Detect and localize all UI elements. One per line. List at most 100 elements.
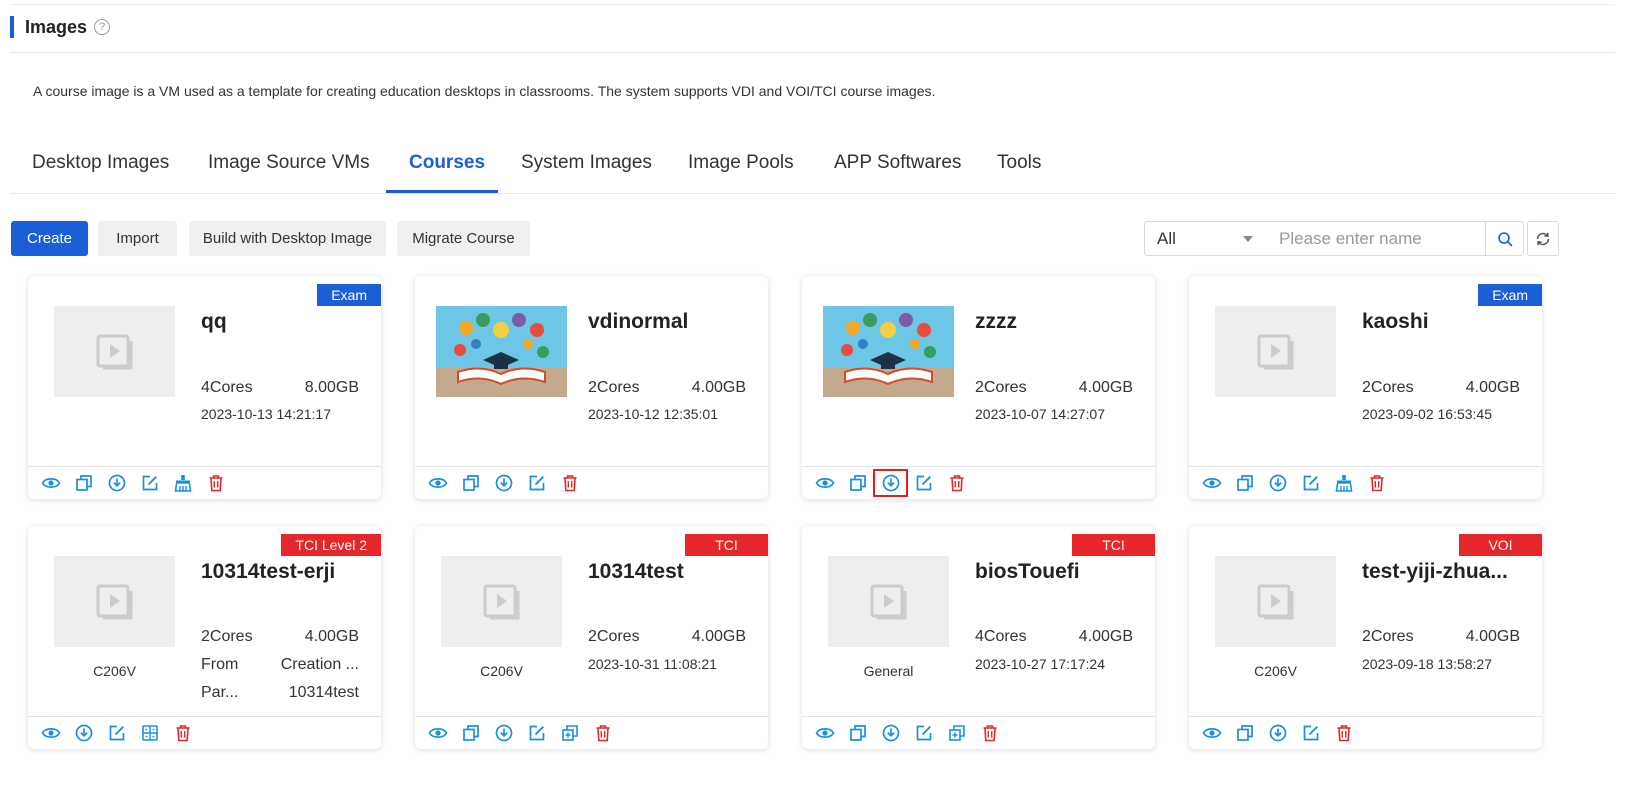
create-button[interactable]: Create: [11, 221, 88, 256]
view-icon[interactable]: [421, 720, 454, 746]
spec-row: 2Cores 4.00GB: [1362, 379, 1520, 397]
search-button[interactable]: [1485, 221, 1524, 256]
sweep-icon[interactable]: [166, 470, 199, 496]
tab-system-images[interactable]: System Images: [521, 152, 652, 174]
view-icon[interactable]: [34, 720, 67, 746]
copy-icon[interactable]: [454, 720, 487, 746]
card-divider: [802, 466, 1155, 467]
title-accent-bar: [10, 16, 14, 38]
download-icon[interactable]: [873, 469, 908, 497]
import-button[interactable]: Import: [98, 221, 177, 256]
card-divider: [28, 466, 381, 467]
download-icon[interactable]: [1261, 470, 1294, 496]
edit-icon[interactable]: [1294, 720, 1327, 746]
type-filter-select[interactable]: All: [1144, 221, 1264, 256]
placeholder-image-icon: [1215, 306, 1336, 397]
card-divider: [1189, 716, 1542, 717]
course-card[interactable]: TCI C206V 10314test 2Cores 4.00GB 2023-1…: [415, 526, 768, 749]
card-actions: [34, 470, 232, 496]
delete-icon[interactable]: [1327, 720, 1360, 746]
edit-icon[interactable]: [907, 720, 940, 746]
spec-row: 2Cores 4.00GB: [1362, 628, 1520, 646]
tab-app-softwares[interactable]: APP Softwares: [834, 152, 961, 174]
edit-icon[interactable]: [907, 470, 940, 496]
course-card[interactable]: vdinormal 2Cores 4.00GB 2023-10-12 12:35…: [415, 276, 768, 499]
edit-icon[interactable]: [1294, 470, 1327, 496]
course-name: biosTouefi: [975, 560, 1080, 583]
from-value: Creation ...: [280, 656, 359, 673]
delete-icon[interactable]: [166, 720, 199, 746]
page-header: Images ?: [10, 14, 111, 40]
help-icon[interactable]: ?: [94, 19, 111, 35]
tci-badge: TCI: [1072, 534, 1155, 556]
course-card[interactable]: TCI General biosTouefi 4Cores 4.00GB 202…: [802, 526, 1155, 749]
course-card[interactable]: TCI Level 2 C206V 10314test-erji 2Cores …: [28, 526, 381, 749]
delete-icon[interactable]: [973, 720, 1006, 746]
delete-icon[interactable]: [940, 470, 973, 496]
parent-label: Par...: [201, 684, 239, 701]
edit-icon[interactable]: [520, 470, 553, 496]
delete-icon[interactable]: [586, 720, 619, 746]
copy-icon[interactable]: [841, 470, 874, 496]
tab-image-source-vms[interactable]: Image Source VMs: [208, 152, 370, 174]
edit-icon[interactable]: [133, 470, 166, 496]
copy-icon[interactable]: [67, 470, 100, 496]
download-icon[interactable]: [487, 470, 520, 496]
search-input[interactable]: [1263, 221, 1486, 256]
layers-icon[interactable]: [133, 720, 166, 746]
view-icon[interactable]: [34, 470, 67, 496]
cpu-cores: 4Cores: [201, 379, 253, 396]
card-divider: [415, 716, 768, 717]
spec-row: 2Cores 4.00GB: [201, 628, 359, 646]
build-with-desktop-image-button[interactable]: Build with Desktop Image: [189, 221, 386, 256]
download-icon[interactable]: [67, 720, 100, 746]
created-time: 2023-10-31 11:08:21: [588, 656, 717, 672]
download-icon[interactable]: [487, 720, 520, 746]
delete-icon[interactable]: [553, 470, 586, 496]
placeholder-image-icon: [441, 556, 562, 647]
voi-badge: VOI: [1459, 534, 1542, 556]
view-icon[interactable]: [1195, 470, 1228, 496]
edit-icon[interactable]: [520, 720, 553, 746]
course-card[interactable]: Exam kaoshi 2Cores 4.00GB 2023-09-02 16:…: [1189, 276, 1542, 499]
memory-size: 4.00GB: [1078, 628, 1133, 645]
header-divider: [10, 52, 1615, 53]
tab-image-pools[interactable]: Image Pools: [688, 152, 794, 174]
view-icon[interactable]: [1195, 720, 1228, 746]
migrate-course-button[interactable]: Migrate Course: [397, 221, 530, 256]
view-icon[interactable]: [421, 470, 454, 496]
view-icon[interactable]: [808, 470, 841, 496]
download-icon[interactable]: [100, 470, 133, 496]
delete-icon[interactable]: [199, 470, 232, 496]
copy-icon[interactable]: [1228, 720, 1261, 746]
copy-icon[interactable]: [841, 720, 874, 746]
course-card[interactable]: Exam qq 4Cores 8.00GB 2023-10-13 14:21:1…: [28, 276, 381, 499]
download-icon[interactable]: [1261, 720, 1294, 746]
tab-courses[interactable]: Courses: [409, 152, 485, 174]
add-copy-icon[interactable]: [940, 720, 973, 746]
page-title: Images: [25, 16, 88, 37]
created-time: 2023-09-18 13:58:27: [1362, 656, 1492, 672]
copy-icon[interactable]: [1228, 470, 1261, 496]
active-tab-indicator: [386, 190, 498, 193]
memory-size: 4.00GB: [304, 628, 359, 645]
spec-row: 2Cores 4.00GB: [975, 379, 1133, 397]
view-icon[interactable]: [808, 720, 841, 746]
copy-icon[interactable]: [454, 470, 487, 496]
placeholder-image-icon: [54, 556, 175, 647]
course-name: 10314test-erji: [201, 560, 336, 583]
delete-icon[interactable]: [1360, 470, 1393, 496]
card-divider: [28, 716, 381, 717]
card-actions: [421, 720, 619, 746]
created-time: 2023-10-12 12:35:01: [588, 406, 718, 422]
sweep-icon[interactable]: [1327, 470, 1360, 496]
cpu-cores: 2Cores: [588, 379, 640, 396]
download-icon[interactable]: [874, 720, 907, 746]
course-card[interactable]: VOI C206V test-yiji-zhua... 2Cores 4.00G…: [1189, 526, 1542, 749]
course-card[interactable]: zzzz 2Cores 4.00GB 2023-10-07 14:27:07: [802, 276, 1155, 499]
edit-icon[interactable]: [100, 720, 133, 746]
refresh-button[interactable]: [1527, 221, 1559, 256]
add-copy-icon[interactable]: [553, 720, 586, 746]
tab-desktop-images[interactable]: Desktop Images: [32, 152, 169, 174]
tab-tools[interactable]: Tools: [997, 152, 1041, 174]
